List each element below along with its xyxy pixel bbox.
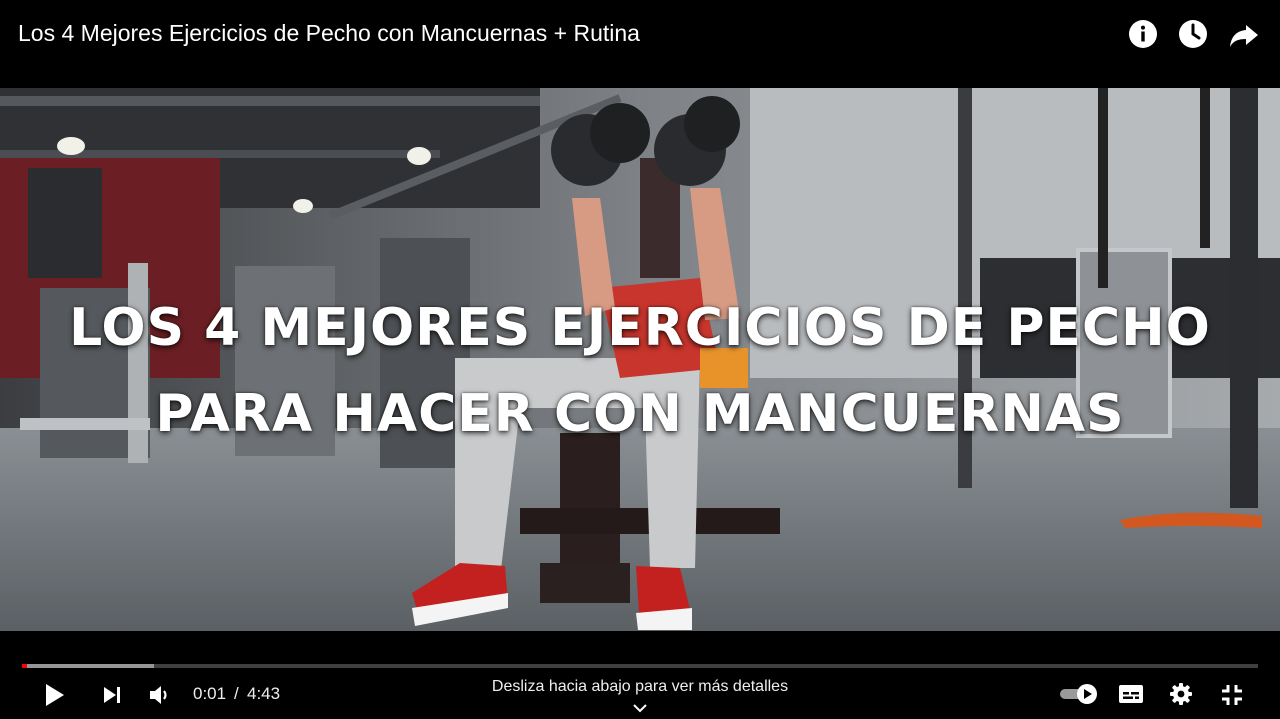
swipe-down-hint: Desliza hacia abajo para ver más detalle… [491,678,789,695]
settings-icon[interactable] [1169,682,1193,706]
watch-later-icon[interactable] [1176,17,1210,51]
video-scene-gym [0,88,1280,631]
share-icon[interactable] [1227,17,1261,51]
time-separator: / [234,684,239,703]
time-total: 4:43 [247,684,281,703]
progress-buffered [22,664,155,668]
info-icon[interactable] [1126,17,1160,51]
volume-icon[interactable] [148,684,172,706]
chevron-down-icon[interactable] [631,701,649,713]
progress-played [22,664,27,668]
time-current: 0:01 [193,684,227,703]
video-title: Los 4 Mejores Ejercicios de Pecho con Ma… [18,20,640,46]
video-frame[interactable]: LOS 4 MEJORES EJERCICIOS DE PECHO PARA H… [0,88,1280,631]
subtitles-icon[interactable] [1118,684,1144,704]
autoplay-toggle-icon[interactable] [1058,683,1100,705]
progress-bar[interactable] [22,664,1258,668]
video-overlay-title-line1: LOS 4 MEJORES EJERCICIOS DE PECHO [69,298,1211,358]
top-bar: Los 4 Mejores Ejercicios de Pecho con Ma… [0,0,1280,88]
play-icon[interactable] [42,682,66,708]
player-controls: 0:01 / 4:43 Desliza hacia abajo para ver… [0,631,1280,719]
next-icon[interactable] [101,684,123,706]
exit-fullscreen-icon[interactable] [1220,683,1244,707]
video-overlay-title-line2: PARA HACER CON MANCUERNAS [155,384,1125,444]
